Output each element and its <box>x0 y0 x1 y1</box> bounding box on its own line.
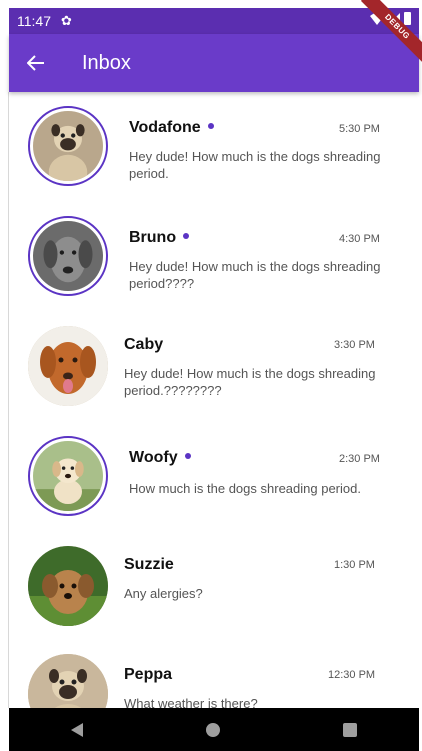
pug-avatar[interactable] <box>28 654 108 708</box>
message-preview: What weather is there? <box>124 696 258 708</box>
message-time: 5:30 PM <box>339 123 380 135</box>
unread-dot <box>183 232 190 239</box>
conversation-row-suzzie[interactable]: Suzzie 1:30 PM Any alergies? <box>9 544 419 654</box>
pug-avatar[interactable] <box>28 106 108 186</box>
message-preview: Hey dude! How much is the dogs shreading… <box>129 149 381 181</box>
message-preview: Any alergies? <box>124 586 203 601</box>
conversation-row-caby[interactable]: Caby 3:30 PM Hey dude! How much is the d… <box>9 324 419 434</box>
message-time: 12:30 PM <box>328 669 376 681</box>
page-title: Inbox <box>82 51 131 74</box>
message-preview: Hey dude! How much is the dogs shreading… <box>124 366 376 398</box>
nav-back-icon[interactable] <box>70 722 83 737</box>
conversation-list[interactable]: Vodafone 5:30 PM Hey dude! How much is t… <box>9 92 419 708</box>
nav-home-icon[interactable] <box>205 722 220 737</box>
status-time: 11:47 <box>17 13 51 29</box>
conversation-row-vodafone[interactable]: Vodafone 5:30 PM Hey dude! How much is t… <box>9 104 419 214</box>
contact-name: Bruno <box>129 229 190 247</box>
message-time: 3:30 PM <box>334 339 375 351</box>
unread-dot <box>207 122 214 129</box>
message-preview: How much is the dogs shreading period. <box>129 481 361 496</box>
back-arrow-icon[interactable] <box>25 52 47 74</box>
message-time: 4:30 PM <box>339 233 380 245</box>
status-bar: 11:47 ✿ DEBUG <box>9 0 422 64</box>
contact-name: Peppa <box>124 666 173 683</box>
app-bar: Inbox <box>9 34 419 92</box>
battery-icon <box>404 12 411 25</box>
message-preview: Hey dude! How much is the dogs shreading… <box>129 259 381 291</box>
unread-dot <box>184 452 191 459</box>
puppy-avatar[interactable] <box>28 436 108 516</box>
grey-dog-avatar[interactable] <box>28 216 108 296</box>
conversation-row-woofy[interactable]: Woofy 2:30 PM How much is the dogs shrea… <box>9 434 419 544</box>
message-time: 1:30 PM <box>334 559 375 571</box>
contact-name: Woofy <box>129 449 191 467</box>
system-navigation-bar <box>9 708 419 751</box>
message-time: 2:30 PM <box>339 453 380 465</box>
conversation-row-peppa[interactable]: Peppa 12:30 PM What weather is there? <box>9 654 419 708</box>
contact-name: Suzzie <box>124 556 174 573</box>
conversation-row-bruno[interactable]: Bruno 4:30 PM Hey dude! How much is the … <box>9 214 419 324</box>
contact-name: Caby <box>124 336 164 353</box>
retriever-avatar[interactable] <box>28 326 108 406</box>
fluffy-puppy-avatar[interactable] <box>28 546 108 626</box>
contact-name: Vodafone <box>129 119 214 137</box>
nav-recents-icon[interactable] <box>343 722 358 737</box>
settings-gear-icon: ✿ <box>61 13 72 28</box>
